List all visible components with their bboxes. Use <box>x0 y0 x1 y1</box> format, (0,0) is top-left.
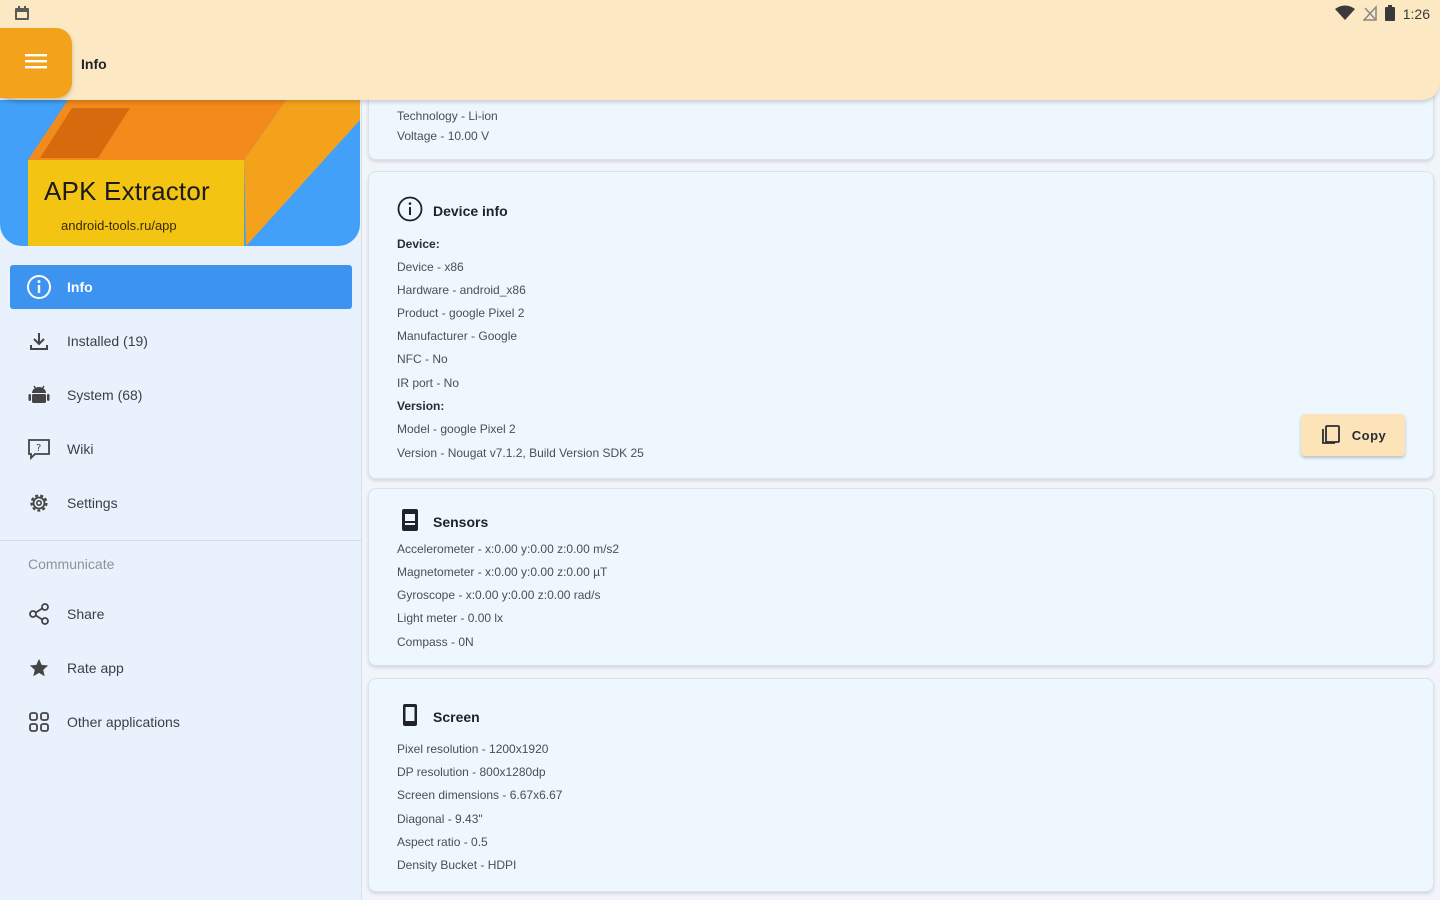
screen-header: Screen <box>397 702 480 731</box>
copy-icon <box>1320 423 1342 448</box>
sensors-card: Sensors Accelerometer - x:0.00 y:0.00 z:… <box>368 488 1434 666</box>
sensor-line: Gyroscope - x:0.00 y:0.00 z:0.00 rad/s <box>397 588 601 602</box>
nav-item-settings[interactable]: Settings <box>0 476 362 530</box>
wiki-icon: ? <box>26 436 52 462</box>
sensor-line: Magnetometer - x:0.00 y:0.00 z:0.00 µT <box>397 565 608 579</box>
battery-voltage: Voltage - 10.00 V <box>397 129 490 143</box>
nav-item-system[interactable]: System (68) <box>0 368 362 422</box>
screen-card: Screen Pixel resolution - 1200x1920 DP r… <box>368 678 1434 892</box>
nav-item-rate-app[interactable]: Rate app <box>0 641 362 695</box>
copy-button-label: Copy <box>1351 427 1387 443</box>
nav-item-other-applications[interactable]: Other applications <box>0 695 362 749</box>
calendar-icon <box>14 5 30 24</box>
sensor-line: Accelerometer - x:0.00 y:0.00 z:0.00 m/s… <box>397 542 620 556</box>
app-bar: Info <box>0 28 1440 100</box>
nav-item-share[interactable]: Share <box>0 587 362 641</box>
nav-list: Info Installed (19) System (68) ? Wiki S… <box>0 260 362 749</box>
nav-item-label: Info <box>67 279 93 295</box>
screen-line: Diagonal - 9.43" <box>397 812 483 826</box>
sensors-title: Sensors <box>433 513 489 530</box>
nav-item-label: Other applications <box>67 714 180 730</box>
version-section-label: Version: <box>397 399 445 413</box>
page-title: Info <box>81 56 107 72</box>
download-icon <box>26 328 52 354</box>
nav-item-info[interactable]: Info <box>10 265 352 309</box>
apps-icon <box>26 709 52 735</box>
device-info-title: Device info <box>433 202 508 219</box>
status-time: 1:26 <box>1402 6 1430 22</box>
sensor-device-icon <box>397 507 423 536</box>
version-line: Model - google Pixel 2 <box>397 422 516 436</box>
gear-icon <box>26 490 52 516</box>
device-line: Hardware - android_x86 <box>397 283 526 297</box>
sensor-line: Compass - 0N <box>397 635 474 649</box>
app-name: APK Extractor <box>44 176 210 206</box>
device-info-card: Device info Device: Device - x86 Hardwar… <box>368 171 1434 479</box>
info-icon <box>26 274 52 300</box>
status-bar: 1:26 <box>0 0 1440 28</box>
apk-box-logo-icon <box>28 100 360 246</box>
no-signal-icon <box>1362 4 1377 24</box>
device-line: IR port - No <box>397 376 460 390</box>
device-info-header: Device info <box>397 196 508 225</box>
screen-line: Screen dimensions - 6.67x6.67 <box>397 788 563 802</box>
phone-screen-icon <box>397 702 423 731</box>
android-icon <box>26 382 52 408</box>
device-line: Product - google Pixel 2 <box>397 306 525 320</box>
version-line: Version - Nougat v7.1.2, Build Version S… <box>397 446 644 460</box>
battery-card: Technology - Li-ion Voltage - 10.00 V <box>368 90 1434 160</box>
device-section-label: Device: <box>397 237 440 251</box>
screen-line: Aspect ratio - 0.5 <box>397 835 488 849</box>
wifi-icon <box>1334 5 1355 24</box>
navigation-drawer: APK Extractor android-tools.ru/app Info … <box>0 100 362 900</box>
main-content: Technology - Li-ion Voltage - 10.00 V De… <box>368 90 1434 900</box>
battery-technology: Technology - Li-ion <box>397 109 498 123</box>
device-line: Device - x86 <box>397 260 464 274</box>
hamburger-menu-icon <box>25 53 47 74</box>
sensors-header: Sensors <box>397 507 488 536</box>
screen-line: Density Bucket - HDPI <box>397 858 517 872</box>
device-line: NFC - No <box>397 352 448 366</box>
nav-item-installed[interactable]: Installed (19) <box>0 314 362 368</box>
screen-line: Pixel resolution - 1200x1920 <box>397 742 549 756</box>
app-url: android-tools.ru/app <box>61 218 177 233</box>
copy-button[interactable]: Copy <box>1301 414 1405 456</box>
battery-icon <box>1384 4 1395 24</box>
svg-text:?: ? <box>36 443 41 454</box>
device-line: Manufacturer - Google <box>397 329 518 343</box>
nav-item-label: Share <box>67 606 105 622</box>
nav-item-label: Rate app <box>67 660 124 676</box>
info-outline-icon <box>397 196 423 225</box>
nav-section-header: Communicate <box>28 556 115 572</box>
drawer-header-banner: APK Extractor android-tools.ru/app <box>0 100 360 246</box>
share-icon <box>26 601 52 627</box>
nav-item-label: Wiki <box>67 441 94 457</box>
nav-item-label: Installed (19) <box>67 333 148 349</box>
star-icon <box>26 655 52 681</box>
nav-item-wiki[interactable]: ? Wiki <box>0 422 362 476</box>
nav-item-label: System (68) <box>67 387 143 403</box>
screen-title: Screen <box>433 708 480 725</box>
screen-line: DP resolution - 800x1280dp <box>397 765 546 779</box>
menu-button[interactable] <box>0 28 72 98</box>
nav-item-label: Settings <box>67 495 118 511</box>
sensor-line: Light meter - 0.00 lx <box>397 611 504 625</box>
